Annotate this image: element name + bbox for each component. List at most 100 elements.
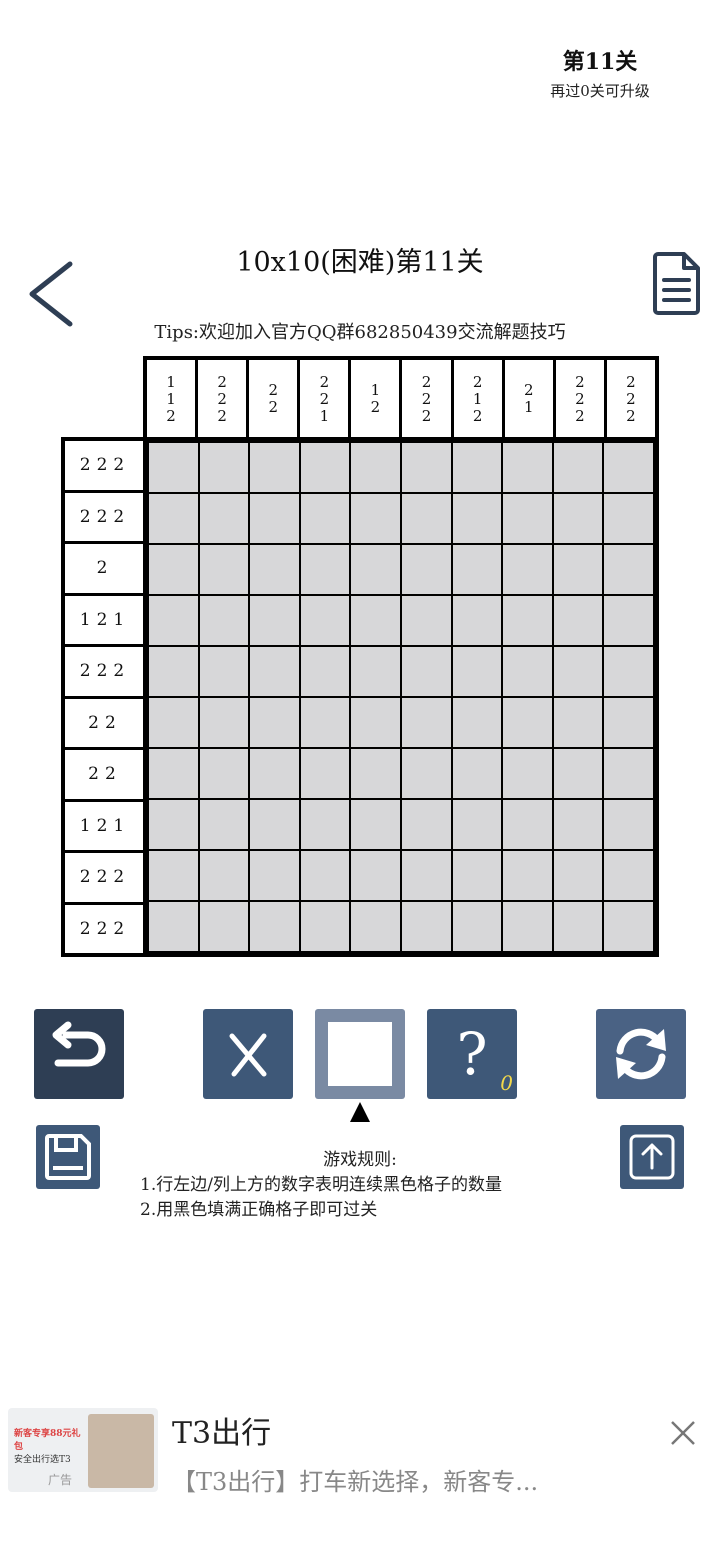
ad-close-button[interactable] <box>666 1416 700 1450</box>
grid-cell[interactable] <box>452 647 502 696</box>
grid-cell[interactable] <box>452 749 502 798</box>
grid-cell[interactable] <box>351 494 400 543</box>
ad-title[interactable]: T3出行 <box>172 1408 271 1452</box>
grid-cell[interactable] <box>452 596 502 645</box>
grid-cell[interactable] <box>452 698 502 747</box>
grid-cell[interactable] <box>149 851 198 900</box>
grid-cell[interactable] <box>604 902 653 951</box>
grid-cell[interactable] <box>503 596 552 645</box>
grid-cell[interactable] <box>553 749 603 798</box>
undo-button[interactable] <box>34 1009 124 1099</box>
grid-cell[interactable] <box>401 698 451 747</box>
grid-cell[interactable] <box>250 800 299 849</box>
grid-cell[interactable] <box>401 443 451 492</box>
grid-cell[interactable] <box>401 494 451 543</box>
grid-cell[interactable] <box>250 443 299 492</box>
grid-cell[interactable] <box>553 443 603 492</box>
grid-cell[interactable] <box>503 902 552 951</box>
grid-cell[interactable] <box>401 545 451 594</box>
grid-cell[interactable] <box>300 800 350 849</box>
share-button[interactable] <box>620 1125 684 1189</box>
grid-cell[interactable] <box>351 851 400 900</box>
grid-cell[interactable] <box>300 851 350 900</box>
grid-cell[interactable] <box>199 749 249 798</box>
grid-cell[interactable] <box>604 596 653 645</box>
grid-cell[interactable] <box>401 800 451 849</box>
grid-cell[interactable] <box>452 545 502 594</box>
grid-cell[interactable] <box>503 749 552 798</box>
grid-cell[interactable] <box>351 596 400 645</box>
grid-cell[interactable] <box>604 749 653 798</box>
grid-cell[interactable] <box>250 545 299 594</box>
grid-cell[interactable] <box>604 851 653 900</box>
save-button[interactable] <box>36 1125 100 1189</box>
grid-cell[interactable] <box>199 596 249 645</box>
grid-cell[interactable] <box>401 647 451 696</box>
grid-cell[interactable] <box>300 494 350 543</box>
grid-cell[interactable] <box>300 749 350 798</box>
grid-cell[interactable] <box>553 698 603 747</box>
grid-cell[interactable] <box>351 800 400 849</box>
grid-cell[interactable] <box>149 749 198 798</box>
grid-cell[interactable] <box>503 851 552 900</box>
grid-cell[interactable] <box>149 647 198 696</box>
grid-cell[interactable] <box>250 596 299 645</box>
grid-cell[interactable] <box>452 902 502 951</box>
grid-cell[interactable] <box>452 494 502 543</box>
grid-cell[interactable] <box>149 494 198 543</box>
grid-cell[interactable] <box>452 443 502 492</box>
grid-cell[interactable] <box>149 443 198 492</box>
restart-button[interactable] <box>596 1009 686 1099</box>
fill-square-tool[interactable] <box>315 1009 405 1099</box>
grid-cell[interactable] <box>351 545 400 594</box>
grid-cell[interactable] <box>199 494 249 543</box>
grid-cell[interactable] <box>351 749 400 798</box>
grid-cell[interactable] <box>452 851 502 900</box>
grid-cell[interactable] <box>604 494 653 543</box>
hint-tool[interactable]: ? 0 <box>427 1009 517 1099</box>
grid-cell[interactable] <box>351 443 400 492</box>
grid-cell[interactable] <box>250 749 299 798</box>
grid-cell[interactable] <box>300 902 350 951</box>
grid-cell[interactable] <box>503 494 552 543</box>
grid-cell[interactable] <box>199 545 249 594</box>
ad-description[interactable]: 【T3出行】打车新选择，新客专... <box>172 1462 652 1497</box>
grid-cell[interactable] <box>250 851 299 900</box>
grid-cell[interactable] <box>250 698 299 747</box>
grid-cell[interactable] <box>250 494 299 543</box>
grid-cell[interactable] <box>199 443 249 492</box>
grid-cell[interactable] <box>503 698 552 747</box>
ad-banner[interactable]: 新客专享88元礼包 安全出行选T3 广告 T3出行 【T3出行】打车新选择，新客… <box>0 1400 720 1500</box>
grid-cell[interactable] <box>300 698 350 747</box>
grid-cell[interactable] <box>149 902 198 951</box>
grid-cell[interactable] <box>553 545 603 594</box>
grid-cell[interactable] <box>503 545 552 594</box>
grid-cell[interactable] <box>553 647 603 696</box>
grid-cell[interactable] <box>604 698 653 747</box>
grid-cell[interactable] <box>553 494 603 543</box>
grid-cell[interactable] <box>250 647 299 696</box>
grid-cell[interactable] <box>503 800 552 849</box>
grid-cell[interactable] <box>149 596 198 645</box>
notes-button[interactable] <box>652 250 702 316</box>
grid-cell[interactable] <box>199 647 249 696</box>
grid-cell[interactable] <box>351 698 400 747</box>
grid-cell[interactable] <box>300 545 350 594</box>
grid-cell[interactable] <box>604 647 653 696</box>
grid-cell[interactable] <box>401 902 451 951</box>
grid-cell[interactable] <box>149 545 198 594</box>
grid-cell[interactable] <box>553 902 603 951</box>
grid-cell[interactable] <box>604 800 653 849</box>
grid-cell[interactable] <box>199 902 249 951</box>
ad-image[interactable]: 新客专享88元礼包 安全出行选T3 广告 <box>8 1408 158 1492</box>
grid-cell[interactable] <box>351 647 400 696</box>
grid-cell[interactable] <box>401 851 451 900</box>
grid-cell[interactable] <box>250 902 299 951</box>
grid-cell[interactable] <box>452 800 502 849</box>
grid-cell[interactable] <box>300 647 350 696</box>
grid-cell[interactable] <box>199 698 249 747</box>
grid-cell[interactable] <box>199 851 249 900</box>
cross-mark-tool[interactable] <box>203 1009 293 1099</box>
grid-cell[interactable] <box>199 800 249 849</box>
grid-cell[interactable] <box>503 443 552 492</box>
